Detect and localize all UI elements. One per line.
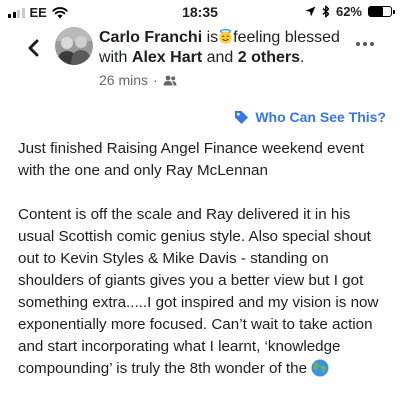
period-label: . [300,49,305,66]
battery-level [369,7,383,16]
author-name[interactable]: Carlo Franchi [99,29,202,46]
tagged-person[interactable]: Alex Hart [132,49,202,66]
back-button[interactable] [24,36,44,60]
chevron-left-icon [28,39,39,57]
battery-percent: 62% [335,4,362,19]
and-label: and [206,49,234,66]
who-can-see-link[interactable]: Who Can See This? [234,109,386,125]
meta-separator: · [153,72,158,88]
post-header-text: Carlo Franchi is feeling blessed with Al… [99,28,347,68]
status-bar: EE 18:35 62% [0,0,400,24]
globe-icon [311,359,329,377]
is-label: is [206,29,219,46]
time-ago[interactable]: 26 mins [99,72,148,88]
who-can-see-label: Who Can See This? [255,109,386,125]
friends-icon[interactable] [163,75,177,86]
location-arrow-icon [305,6,316,17]
more-dot [370,42,374,46]
avatar-photo [55,27,93,65]
post-body: Just finished Raising Angel Finance week… [18,138,390,400]
others-link[interactable]: 2 others [238,49,300,66]
more-dots-icon [356,42,360,46]
battery-icon [368,6,395,17]
tag-icon [235,110,249,124]
status-right: 62% [305,4,395,19]
smiling-face-with-halo-icon [218,29,233,44]
post-paragraph-2-text: Content is off the scale and Ray deliver… [18,206,379,377]
more-dot [363,42,367,46]
feeling-label: feeling blessed [233,29,340,46]
with-label: with [99,49,128,66]
author-avatar[interactable] [55,27,93,65]
post-paragraph-1: Just finished Raising Angel Finance week… [18,140,365,179]
post-meta: 26 mins · [99,72,177,88]
bluetooth-icon [322,5,330,18]
post-paragraph-2: Content is off the scale and Ray deliver… [18,204,390,380]
more-options-button[interactable] [356,42,374,46]
